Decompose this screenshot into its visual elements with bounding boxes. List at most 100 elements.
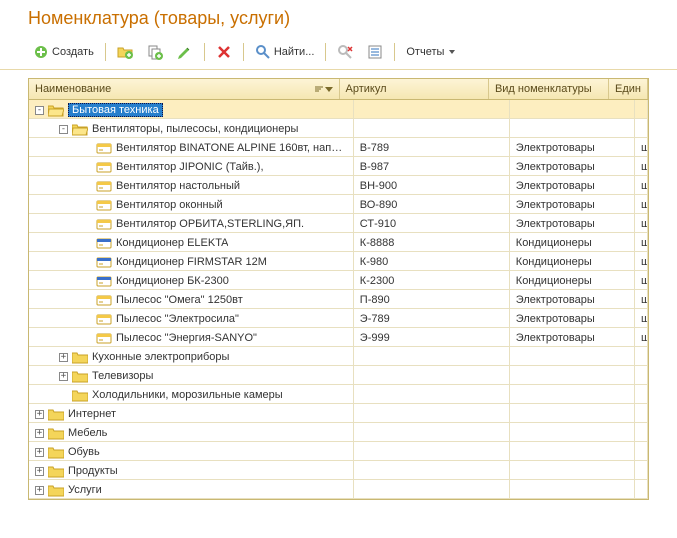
grid-header: Наименование Артикул Вид номенклатуры Ед… [29, 79, 648, 100]
column-label: Артикул [346, 83, 387, 95]
find-label: Найти... [274, 46, 315, 58]
table-row[interactable]: Вентилятор ОРБИТА,STERLING,ЯП.СТ-910Элек… [29, 214, 648, 233]
expand-icon[interactable]: + [35, 429, 44, 438]
find-button[interactable]: Найти... [250, 41, 320, 63]
item-icon [96, 160, 112, 174]
copy-button[interactable] [142, 41, 168, 63]
table-row[interactable]: Холодильники, морозильные камеры [29, 385, 648, 404]
cell-article [354, 442, 510, 460]
list-icon [367, 44, 383, 60]
collapse-icon[interactable]: - [35, 106, 44, 115]
table-row[interactable]: Кондиционер ELEKTAК-8888Кондиционерышт [29, 233, 648, 252]
cell-type: Электротовары [510, 328, 635, 346]
table-row[interactable]: Пылесос "Энергия-SANYO"Э-999Электротовар… [29, 328, 648, 347]
expand-icon[interactable]: + [35, 448, 44, 457]
sort-indicator-icon [314, 84, 333, 94]
cell-name: +Интернет [29, 404, 354, 422]
cell-article: Э-789 [354, 309, 510, 327]
cell-name: Пылесос "Энергия-SANYO" [29, 328, 354, 346]
folder-icon [72, 369, 88, 383]
cell-unit: шт [635, 271, 648, 289]
create-label: Создать [52, 46, 94, 58]
table-row[interactable]: +Интернет [29, 404, 648, 423]
expand-icon[interactable]: + [35, 467, 44, 476]
table-row[interactable]: Вентилятор BINATONE ALPINE 160вт, наполь… [29, 138, 648, 157]
table-row[interactable]: +Телевизоры [29, 366, 648, 385]
cell-name: -Вентиляторы, пылесосы, кондиционеры [29, 119, 354, 137]
expand-icon[interactable]: + [35, 410, 44, 419]
item-icon [96, 179, 112, 193]
cell-unit: шт [635, 328, 648, 346]
cell-article: СТ-910 [354, 214, 510, 232]
cell-type: Электротовары [510, 309, 635, 327]
grid-body: -Бытовая техника-Вентиляторы, пылесосы, … [29, 100, 648, 499]
row-label: Холодильники, морозильные камеры [92, 389, 283, 401]
folder-icon [72, 350, 88, 364]
table-row[interactable]: +Кухонные электроприборы [29, 347, 648, 366]
table-row[interactable]: -Вентиляторы, пылесосы, кондиционеры [29, 119, 648, 138]
cell-name: +Телевизоры [29, 366, 354, 384]
table-row[interactable]: +Мебель [29, 423, 648, 442]
cell-article [354, 480, 510, 498]
cell-type [510, 385, 635, 403]
clear-filter-button[interactable] [332, 41, 358, 63]
row-label: Вентилятор BINATONE ALPINE 160вт, наполь… [116, 142, 347, 154]
table-row[interactable]: Кондиционер FIRMSTAR 12MК-980Кондиционер… [29, 252, 648, 271]
cell-type: Кондиционеры [510, 233, 635, 251]
dropdown-icon [449, 50, 455, 54]
table-row[interactable]: +Услуги [29, 480, 648, 499]
expand-icon[interactable]: + [59, 353, 68, 362]
table-row[interactable]: + Обувь [29, 442, 648, 461]
separator [394, 43, 395, 61]
table-row[interactable]: -Бытовая техника [29, 100, 648, 119]
column-header-name[interactable]: Наименование [29, 79, 340, 99]
pencil-icon [177, 44, 193, 60]
table-row[interactable]: Вентилятор JIPONIC (Тайв.),В-987Электрот… [29, 157, 648, 176]
cell-type [510, 366, 635, 384]
table-row[interactable]: Вентилятор оконныйВО-890Электротоварышт [29, 195, 648, 214]
row-label: Пылесос "Электросила" [116, 313, 239, 325]
edit-button[interactable] [172, 41, 198, 63]
table-row[interactable]: + Продукты [29, 461, 648, 480]
new-folder-button[interactable] [112, 41, 138, 63]
cell-unit [635, 404, 648, 422]
cell-article: В-789 [354, 138, 510, 156]
item-icon [96, 293, 112, 307]
column-header-article[interactable]: Артикул [340, 79, 489, 99]
cell-article: К-8888 [354, 233, 510, 251]
table-row[interactable]: Вентилятор настольныйВН-900Электротовары… [29, 176, 648, 195]
cell-unit: шт [635, 214, 648, 232]
expand-icon[interactable]: + [35, 486, 44, 495]
delete-button[interactable] [211, 41, 237, 63]
item-icon [96, 141, 112, 155]
cell-unit [635, 480, 648, 498]
cell-type: Электротовары [510, 138, 635, 156]
expand-icon[interactable]: + [59, 372, 68, 381]
row-label: Вентилятор настольный [116, 180, 240, 192]
column-label: Един [615, 83, 641, 95]
table-row[interactable]: Пылесос "Омега" 1250втП-890Электротовары… [29, 290, 648, 309]
separator [243, 43, 244, 61]
column-label: Вид номенклатуры [495, 83, 592, 95]
cell-unit [635, 119, 648, 137]
table-row[interactable]: Пылесос "Электросила"Э-789Электротоварыш… [29, 309, 648, 328]
row-label: Продукты [68, 465, 118, 477]
list-button[interactable] [362, 41, 388, 63]
column-label: Наименование [35, 83, 111, 95]
table-row[interactable]: Кондиционер БК-2300К-2300Кондиционерышт [29, 271, 648, 290]
cell-article [354, 385, 510, 403]
cell-name: Кондиционер БК-2300 [29, 271, 354, 289]
cell-type: Кондиционеры [510, 271, 635, 289]
reports-button[interactable]: Отчеты [401, 43, 460, 61]
cell-unit: шт [635, 195, 648, 213]
row-label: Обувь [68, 446, 100, 458]
separator [204, 43, 205, 61]
search-clear-icon [337, 44, 353, 60]
collapse-icon[interactable]: - [59, 125, 68, 134]
create-button[interactable]: Создать [28, 41, 99, 63]
column-header-unit[interactable]: Един [609, 79, 648, 99]
cell-type: Электротовары [510, 214, 635, 232]
cell-article [354, 347, 510, 365]
column-header-type[interactable]: Вид номенклатуры [489, 79, 609, 99]
item-icon [96, 198, 112, 212]
